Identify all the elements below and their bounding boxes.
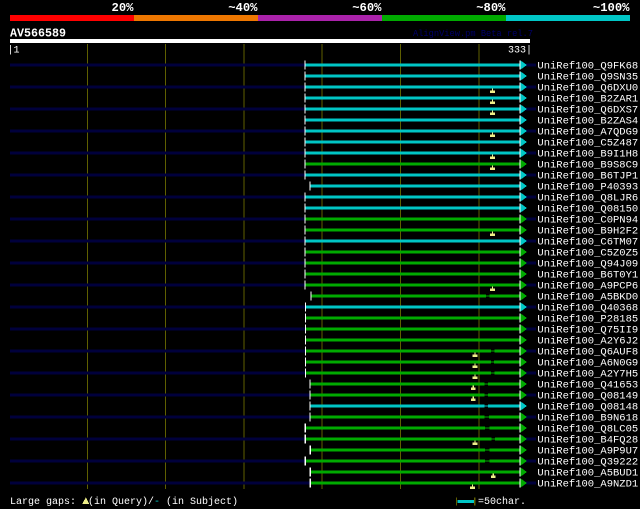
svg-text:AlignView.pm Beta rel.7: AlignView.pm Beta rel.7	[413, 28, 533, 39]
svg-text:-: -	[154, 497, 160, 508]
svg-text:333|: 333|	[508, 45, 532, 57]
svg-text:~60%: ~60%	[352, 1, 382, 15]
svg-text:UniRef100_A9NZD1: UniRef100_A9NZD1	[537, 478, 638, 490]
svg-text:~80%: ~80%	[476, 1, 506, 15]
svg-text:~100%: ~100%	[593, 1, 630, 15]
svg-text:~40%: ~40%	[228, 1, 258, 15]
svg-text:20%: 20%	[112, 1, 135, 15]
svg-text:(in Query)/: (in Query)/	[88, 496, 154, 508]
svg-text:|1: |1	[8, 45, 20, 57]
svg-text:(in Subject): (in Subject)	[166, 496, 238, 508]
svg-text:Large gaps:: Large gaps:	[10, 497, 76, 508]
svg-text:AV566589: AV566589	[10, 27, 66, 41]
svg-text:=50char.: =50char.	[478, 496, 526, 508]
